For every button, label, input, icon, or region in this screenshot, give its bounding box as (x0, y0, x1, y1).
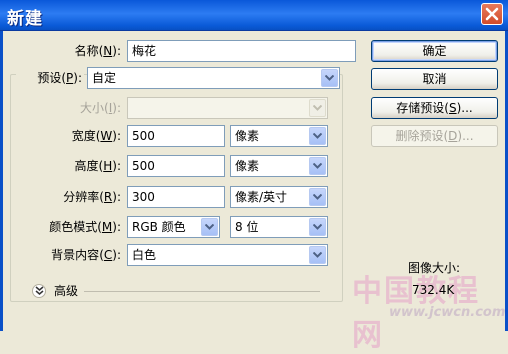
name-label: 名称(N): (74, 44, 121, 58)
preset-label: 预设(P): (16, 68, 84, 88)
height-input[interactable]: 500 (127, 155, 225, 177)
bit-depth-dropdown-button[interactable] (309, 218, 326, 236)
cancel-button[interactable]: 取消 (371, 68, 498, 90)
resolution-unit-dropdown-button[interactable] (309, 188, 326, 206)
width-input[interactable]: 500 (127, 125, 225, 147)
height-unit-value: 像素 (235, 159, 260, 173)
height-unit-select[interactable]: 像素 (230, 155, 328, 177)
dropdown-arrow-icon (313, 105, 322, 111)
color-mode-label: 颜色模式(M): (49, 220, 121, 234)
dropdown-arrow-icon (313, 224, 322, 230)
width-unit-dropdown-button[interactable] (309, 127, 326, 145)
size-select (127, 97, 328, 119)
advanced-label[interactable]: 高级 (54, 281, 78, 301)
preset-value: 自定 (92, 71, 117, 85)
window-frame-left (0, 31, 3, 331)
image-size-value: 732.4K (412, 283, 455, 297)
background-select[interactable]: 白色 (127, 244, 328, 266)
close-icon (485, 7, 499, 21)
window-title: 新建 (7, 9, 43, 29)
delete-preset-button: 删除预设(D)... (371, 125, 498, 147)
close-button[interactable] (481, 3, 503, 25)
resolution-label: 分辨率(R): (63, 190, 121, 204)
bit-depth-select[interactable]: 8 位 (230, 216, 328, 238)
bit-depth-value: 8 位 (235, 220, 259, 234)
size-dropdown-button (309, 99, 326, 117)
advanced-toggle-button[interactable] (32, 284, 46, 298)
preset-dropdown-button[interactable] (321, 69, 338, 87)
dropdown-arrow-icon (313, 252, 322, 258)
ok-button[interactable]: 确定 (371, 40, 498, 62)
dropdown-arrow-icon (205, 224, 214, 230)
color-mode-value: RGB 颜色 (132, 220, 186, 234)
dropdown-arrow-icon (325, 75, 334, 81)
dropdown-arrow-icon (313, 163, 322, 169)
watermark-url: www.jcwcn.com (389, 305, 506, 320)
background-dropdown-button[interactable] (309, 246, 326, 264)
resolution-unit-value: 像素/英寸 (235, 190, 288, 204)
height-unit-dropdown-button[interactable] (309, 157, 326, 175)
save-preset-button[interactable]: 存储预设(S)... (371, 97, 498, 119)
background-label: 背景内容(C): (51, 248, 121, 262)
preset-select[interactable]: 自定 (87, 67, 340, 89)
title-bar[interactable]: 新建 (0, 0, 508, 31)
resolution-unit-select[interactable]: 像素/英寸 (230, 186, 328, 208)
size-label: 大小(I): (80, 101, 121, 115)
height-label: 高度(H): (74, 159, 121, 173)
dropdown-arrow-icon (313, 194, 322, 200)
background-value: 白色 (132, 248, 157, 262)
advanced-divider (84, 291, 320, 292)
expand-chevron-icon (35, 286, 44, 295)
color-mode-dropdown-button[interactable] (201, 218, 218, 236)
width-unit-value: 像素 (235, 129, 260, 143)
width-unit-select[interactable]: 像素 (230, 125, 328, 147)
image-size-label: 图像大小: (408, 261, 461, 275)
resolution-input[interactable]: 300 (127, 186, 225, 208)
dropdown-arrow-icon (313, 133, 322, 139)
name-input[interactable]: 梅花 (127, 40, 356, 62)
color-mode-select[interactable]: RGB 颜色 (127, 216, 220, 238)
width-label: 宽度(W): (71, 129, 121, 143)
